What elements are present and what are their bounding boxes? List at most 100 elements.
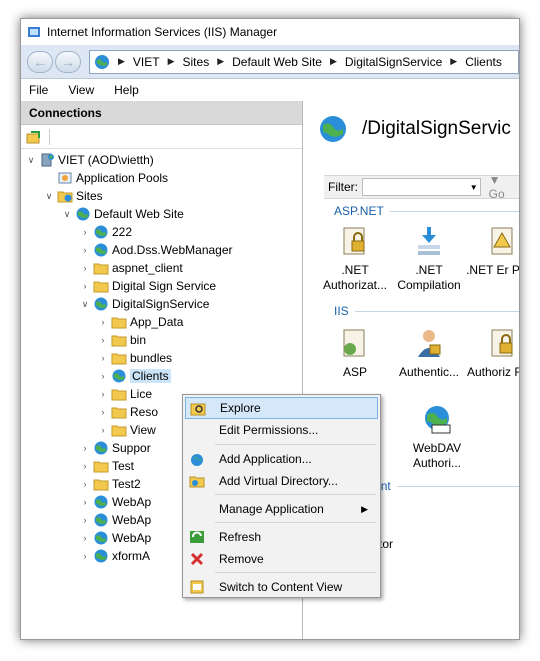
tree-node[interactable]: › xformA	[79, 547, 151, 565]
context-menu-item[interactable]: Edit Permissions...	[185, 419, 378, 441]
filter-input[interactable]: ▼	[362, 178, 481, 196]
tree-node-label: Test	[112, 459, 135, 473]
folder-icon	[111, 407, 127, 419]
tree-node[interactable]: › App_Data	[97, 313, 184, 331]
tree-node[interactable]: ∨ VIET (AOD\vietth)	[25, 151, 154, 169]
breadcrumb-separator-icon: ▶	[329, 56, 337, 66]
feature-item[interactable]: .NET Compilation	[392, 225, 466, 293]
tree-node[interactable]: › bin	[97, 331, 147, 349]
folder-icon	[93, 281, 109, 293]
context-menu-item[interactable]: Refresh	[185, 526, 378, 548]
context-menu-item-label: Edit Permissions...	[219, 423, 319, 437]
breadcrumb-item-clients[interactable]: Clients	[465, 55, 502, 69]
feature-label: Authentic...	[398, 365, 460, 379]
feature-item[interactable]: Authoriz Rule	[466, 327, 519, 380]
folder-icon	[111, 335, 127, 347]
menu-view[interactable]: View	[68, 83, 94, 97]
expand-chevron-icon[interactable]: ›	[97, 317, 109, 327]
breadcrumb[interactable]: ▶ VIET ▶ Sites ▶ Default Web Site ▶ Digi…	[89, 49, 519, 74]
filter-go-button[interactable]: ▼ Go	[489, 173, 519, 201]
feature-item[interactable]: ASP	[318, 327, 392, 380]
menu-file[interactable]: File	[29, 83, 48, 97]
connect-icon[interactable]	[25, 128, 43, 146]
tree-node-label: App_Data	[130, 315, 184, 329]
context-menu-item[interactable]: Switch to Content View	[185, 576, 378, 598]
tree-node[interactable]: › Clients	[97, 367, 171, 385]
expand-chevron-icon[interactable]: ›	[79, 245, 91, 255]
feature-item[interactable]: Authentic...	[392, 327, 466, 380]
globe-icon	[95, 54, 109, 69]
breadcrumb-item-default-web-site[interactable]: Default Web Site	[232, 55, 322, 69]
tree-node[interactable]: › Digital Sign Service	[79, 277, 217, 295]
expand-chevron-icon[interactable]: ›	[79, 551, 91, 561]
expand-chevron-icon[interactable]: ›	[79, 281, 91, 291]
tree-node-label: xformA	[112, 549, 151, 563]
forward-button[interactable]: →	[55, 50, 81, 73]
feature-item[interactable]: .NET Authorizat...	[318, 225, 392, 293]
expand-chevron-icon[interactable]: ›	[97, 425, 109, 435]
group-divider	[389, 210, 519, 212]
expand-chevron-icon[interactable]: ›	[79, 263, 91, 273]
tree-node[interactable]: › Reso	[97, 403, 159, 421]
tree-node[interactable]: › 222	[79, 223, 133, 241]
context-menu: Explore Edit Permissions... Add Applicatio…	[182, 394, 381, 598]
expand-chevron-icon[interactable]: ›	[79, 443, 91, 453]
tree-node[interactable]: ∨ DigitalSignService	[79, 295, 210, 313]
tree-node-label: Sites	[76, 189, 103, 203]
tree-node[interactable]: › Test2	[79, 475, 141, 493]
tree-node-label: WebAp	[112, 531, 152, 545]
collapse-chevron-icon[interactable]: ∨	[25, 155, 37, 166]
feature-item[interactable]: WebDAV Authori...	[400, 403, 474, 471]
tree-node-label: VIET (AOD\vietth)	[58, 153, 154, 167]
tree-node-label: Clients	[130, 369, 171, 383]
breadcrumb-item-sites[interactable]: Sites	[183, 55, 210, 69]
expand-chevron-icon[interactable]: ›	[97, 407, 109, 417]
tree-node[interactable]: › WebAp	[79, 529, 152, 547]
tree-node[interactable]: ∨ Sites	[43, 187, 103, 205]
expand-chevron-icon[interactable]: ›	[79, 533, 91, 543]
forward-arrow-icon: →	[61, 53, 75, 70]
back-button[interactable]: ←	[27, 50, 53, 73]
tree-node[interactable]: › Test	[79, 457, 135, 475]
context-menu-item[interactable]: Explore	[185, 397, 378, 419]
tree-node[interactable]: › WebAp	[79, 493, 152, 511]
breadcrumb-item-digitalsignservice[interactable]: DigitalSignService	[345, 55, 442, 69]
breadcrumb-item-server[interactable]: VIET	[133, 55, 160, 69]
tree-node[interactable]: › Suppor	[79, 439, 151, 457]
tree-node[interactable]: › View	[97, 421, 156, 439]
feature-item[interactable]: .NET Er Page	[466, 225, 519, 278]
group-divider	[354, 310, 519, 312]
expand-chevron-icon[interactable]: ›	[97, 371, 109, 381]
expand-chevron-icon[interactable]: ›	[79, 497, 91, 507]
feature-group-name: IIS	[334, 304, 349, 318]
expand-chevron-icon[interactable]: ›	[79, 479, 91, 489]
tree-node[interactable]: Application Pools	[43, 169, 168, 187]
expand-chevron-icon[interactable]: ›	[97, 335, 109, 345]
collapse-chevron-icon[interactable]: ∨	[79, 299, 91, 310]
context-menu-item[interactable]: Remove	[185, 548, 378, 570]
tree-node[interactable]: ∨ Default Web Site	[61, 205, 184, 223]
tree-node[interactable]: › aspnet_client	[79, 259, 183, 277]
tree-node[interactable]: › WebAp	[79, 511, 152, 529]
tree-node-label: Suppor	[112, 441, 151, 455]
expand-chevron-icon[interactable]: ›	[79, 227, 91, 237]
tree-node[interactable]: › Aod.Dss.WebManager	[79, 241, 233, 259]
context-menu-item[interactable]: Manage Application ▶	[185, 498, 378, 520]
add-application-icon	[191, 454, 203, 466]
expand-chevron-icon[interactable]: ›	[79, 461, 91, 471]
expand-chevron-icon[interactable]: ›	[97, 389, 109, 399]
expand-chevron-icon[interactable]: ›	[97, 353, 109, 363]
tree-node-label: Default Web Site	[94, 207, 184, 221]
expand-chevron-icon[interactable]: ›	[79, 515, 91, 525]
tree-node[interactable]: › bundles	[97, 349, 173, 367]
context-menu-item[interactable]: Add Virtual Directory...	[185, 470, 378, 492]
menu-separator	[215, 522, 376, 523]
collapse-chevron-icon[interactable]: ∨	[61, 209, 73, 220]
menu-separator	[215, 572, 376, 573]
tree-node-label: 222	[112, 225, 133, 239]
context-menu-item[interactable]: Add Application...	[185, 448, 378, 470]
collapse-chevron-icon[interactable]: ∨	[43, 191, 55, 202]
menu-help[interactable]: Help	[114, 83, 139, 97]
tree-node[interactable]: › Lice	[97, 385, 153, 403]
web-app-icon	[112, 369, 126, 383]
